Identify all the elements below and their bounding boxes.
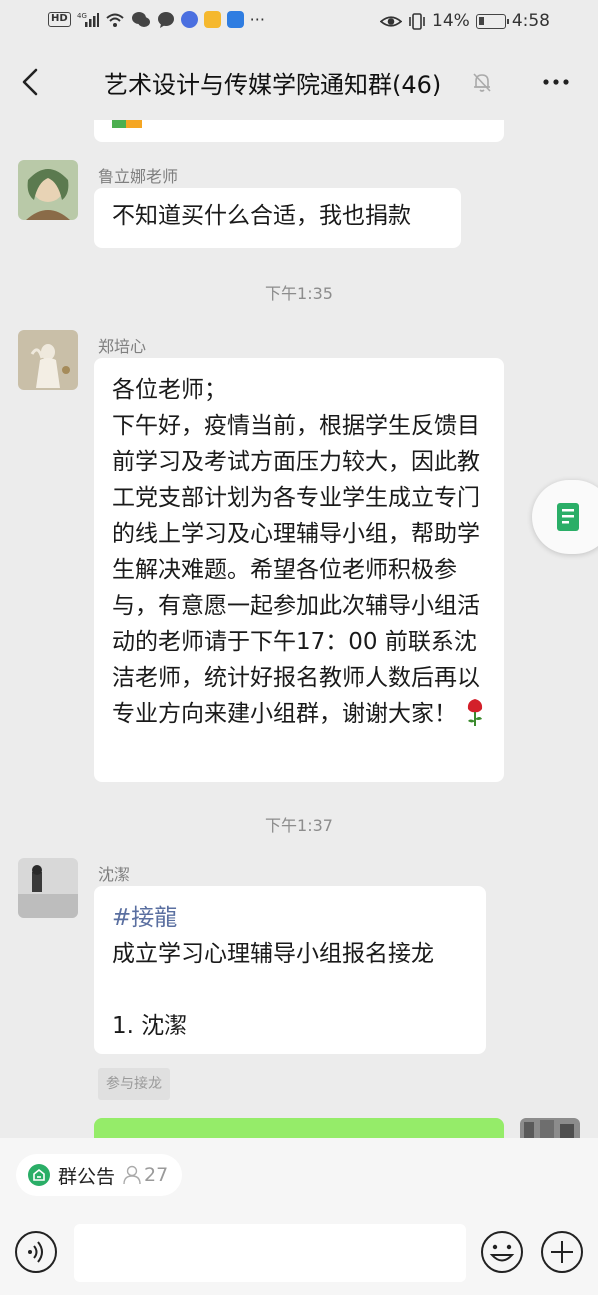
avatar[interactable]: [18, 160, 78, 220]
sender-name: 郑培心: [98, 337, 147, 356]
emoji-button[interactable]: [480, 1230, 524, 1274]
music-app-icon: [180, 11, 198, 28]
voice-icon: [15, 1231, 57, 1273]
status-bar: HD 4G ··· 14% 4:58: [0, 0, 598, 44]
join-relay-button[interactable]: 参与接龙: [98, 1068, 170, 1100]
avatar[interactable]: [18, 858, 78, 918]
person-icon: [123, 1165, 141, 1185]
message-text: 1. 沈潔: [112, 1013, 188, 1039]
message-text: 成立学习心理辅导小组报名接龙: [112, 941, 434, 967]
message-text: 不知道买什么合适，我也捐款: [112, 203, 411, 229]
message-bubble[interactable]: 不知道买什么合适，我也捐款: [94, 188, 461, 248]
chat-header: 艺术设计与传媒学院通知群(46): [0, 44, 598, 120]
signal-icon: 4G: [77, 11, 99, 28]
battery-percent: 14%: [432, 11, 470, 31]
vibrate-icon: [408, 12, 426, 30]
more-dots-icon: [543, 79, 569, 85]
status-time: 4:58: [511, 11, 550, 31]
avatar[interactable]: [18, 330, 78, 390]
previous-message-bubble[interactable]: [94, 120, 504, 142]
document-icon: [557, 503, 579, 531]
sender-name: 沈潔: [98, 865, 131, 884]
status-bar-right: 14% 4:58: [379, 11, 550, 31]
timestamp: 下午1:37: [265, 816, 333, 835]
overflow-notify-icon: ···: [249, 10, 265, 29]
message-notify-icon: [157, 11, 175, 28]
chevron-left-icon: [22, 68, 38, 96]
message-text: 各位老师； 下午好，疫情当前，根据学生反馈目前学习及考试方面压力较大，因此教工党…: [112, 377, 480, 727]
timestamp: 下午1:35: [265, 284, 333, 303]
hashtag-label[interactable]: #接龍: [112, 900, 468, 936]
emoji-icon: [481, 1231, 523, 1273]
group-notice-chip[interactable]: 群公告 27: [16, 1154, 183, 1196]
own-message-bubble[interactable]: [94, 1118, 504, 1138]
status-bar-left: HD 4G ···: [48, 11, 265, 28]
eye-icon: [379, 13, 403, 30]
chat-area[interactable]: 鲁立娜老师 不知道买什么合适，我也捐款 下午1:35 郑培心 各位老师； 下午好…: [0, 120, 598, 1138]
message-bubble[interactable]: #接龍 成立学习心理辅导小组报名接龙 1. 沈潔: [94, 886, 486, 1054]
group-notice-label: 群公告: [58, 1165, 116, 1188]
voice-button[interactable]: [14, 1230, 58, 1274]
announcement-icon: [28, 1164, 50, 1186]
message-input[interactable]: [74, 1224, 466, 1282]
map-app-icon: [226, 11, 244, 28]
back-button[interactable]: [14, 62, 46, 102]
floating-doc-button[interactable]: [532, 480, 598, 554]
mail-app-icon: [203, 11, 221, 28]
network-gen-label: 4G: [77, 12, 87, 20]
member-count: 27: [123, 1164, 168, 1186]
message-bubble[interactable]: 各位老师； 下午好，疫情当前，根据学生反馈目前学习及考试方面压力较大，因此教工党…: [94, 358, 504, 782]
plus-icon: [541, 1231, 583, 1273]
chat-title: 艺术设计与传媒学院通知群(46): [104, 71, 442, 99]
wifi-icon: [105, 11, 125, 28]
rose-emoji: [465, 697, 485, 738]
sticker-icon: [112, 120, 142, 128]
sender-name: 鲁立娜老师: [98, 167, 179, 186]
more-button[interactable]: [538, 68, 574, 96]
plus-button[interactable]: [540, 1230, 584, 1274]
member-count-value: 27: [144, 1164, 169, 1186]
hd-badge: HD: [48, 12, 71, 27]
battery-icon: [475, 13, 509, 29]
bell-off-icon: [470, 70, 494, 94]
avatar[interactable]: [520, 1118, 580, 1138]
bottom-panel: 群公告 27: [0, 1138, 598, 1295]
wechat-notify-icon: [131, 11, 151, 28]
